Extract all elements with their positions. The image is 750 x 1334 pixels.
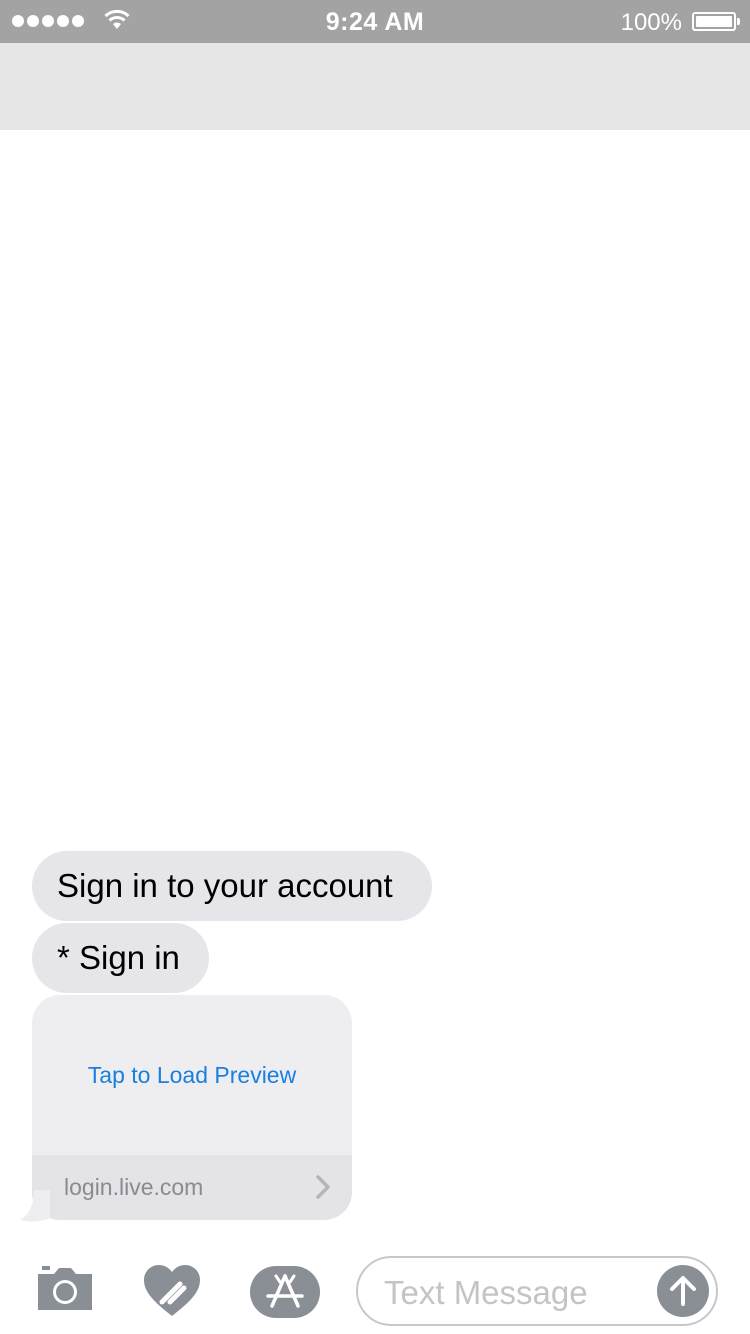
battery-icon (692, 12, 740, 31)
camera-icon[interactable] (36, 1266, 94, 1312)
message-text: * Sign in (57, 939, 180, 976)
link-preview-bubble[interactable]: Tap to Load Preview login.live.com (32, 995, 352, 1220)
chevron-right-icon (316, 1175, 330, 1199)
message-input[interactable]: Text Message (356, 1256, 718, 1326)
bubble-tail (20, 1190, 50, 1222)
received-message[interactable]: Sign in to your account (32, 851, 432, 921)
tap-to-load-label: Tap to Load Preview (87, 1061, 297, 1088)
battery-percentage: 100% (620, 9, 682, 36)
link-preview-footer[interactable]: login.live.com (32, 1155, 352, 1220)
send-arrow-icon[interactable] (656, 1264, 710, 1318)
digital-touch-heart-icon[interactable] (142, 1264, 202, 1318)
status-bar: 9:24 AM 100% (0, 0, 750, 43)
app-store-icon[interactable] (250, 1266, 320, 1318)
link-domain: login.live.com (64, 1174, 204, 1200)
tap-to-load-preview-link[interactable]: Tap to Load Preview (32, 995, 352, 1155)
message-toolbar: Text Message (0, 1250, 750, 1334)
message-text: Sign in to your account (57, 867, 393, 904)
received-message[interactable]: * Sign in (32, 923, 209, 993)
conversation-header (0, 43, 750, 130)
message-input-placeholder: Text Message (384, 1274, 588, 1311)
